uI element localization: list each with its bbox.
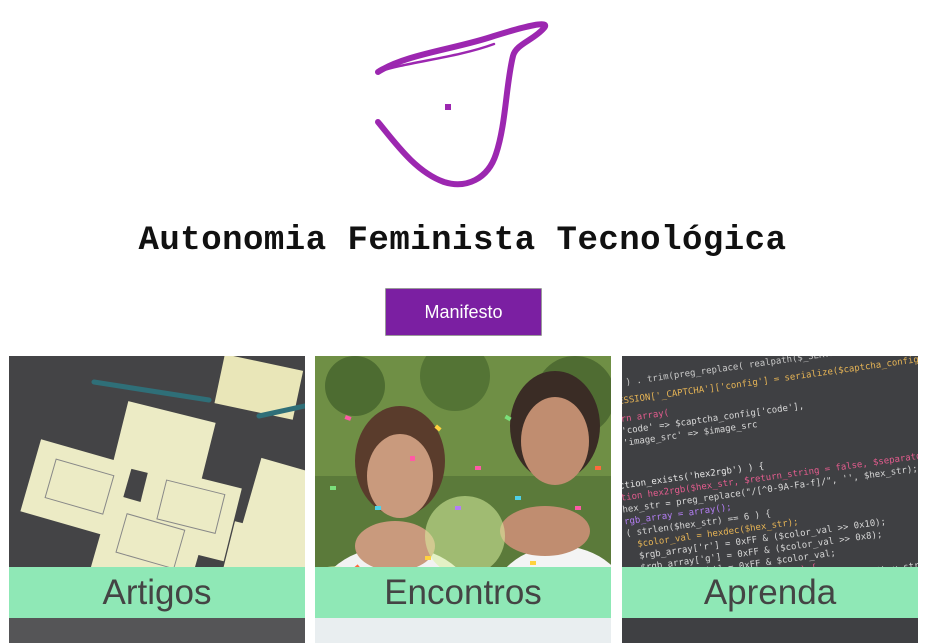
card-artigos[interactable]: Artigos: [9, 356, 305, 643]
card-bottom-photo-strip: [9, 618, 305, 643]
card-encontros[interactable]: Encontros: [315, 356, 611, 643]
card-aprenda[interactable]: . ) . trim(preg_replace( realpath($_SERV…: [622, 356, 918, 643]
site-title: Autonomia Feminista Tecnológica: [138, 222, 787, 260]
card-bottom-photo-strip: [622, 618, 918, 643]
ribbon-logo-icon[interactable]: [366, 14, 556, 194]
card-label[interactable]: Artigos: [9, 567, 305, 618]
card-bottom-photo-strip: [315, 618, 611, 643]
card-label[interactable]: Aprenda: [622, 567, 918, 618]
manifesto-button[interactable]: Manifesto: [385, 288, 542, 336]
card-label[interactable]: Encontros: [315, 567, 611, 618]
